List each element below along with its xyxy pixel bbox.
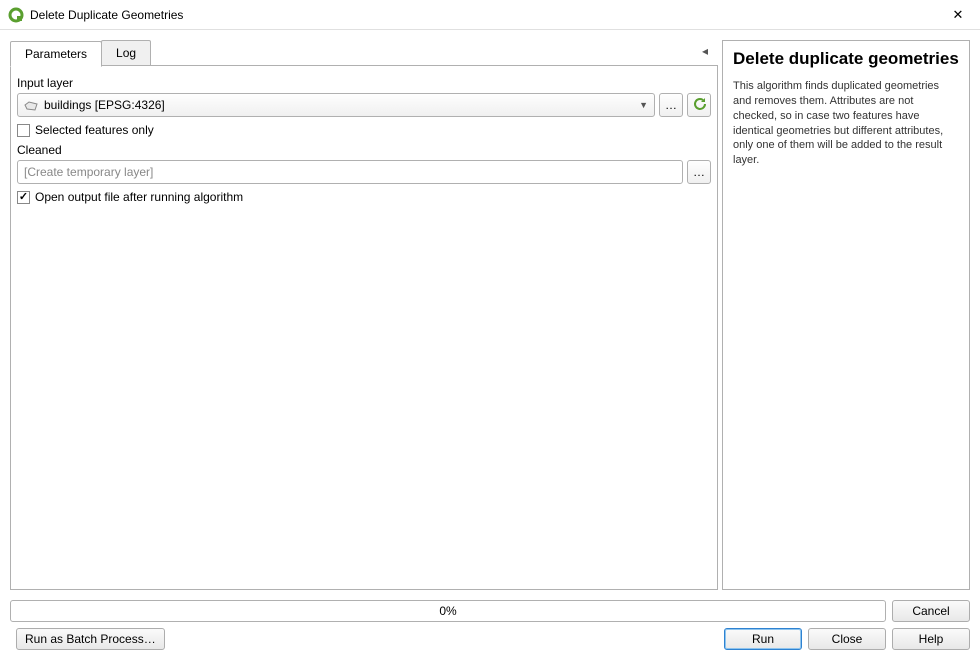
help-body: This algorithm finds duplicated geometri… (733, 79, 959, 168)
input-layer-dropdown[interactable]: buildings [EPSG:4326] ▼ (17, 93, 655, 117)
ellipsis-icon: … (693, 165, 705, 179)
parameters-panel: Input layer buildings [EPSG:4326] ▼ … (10, 65, 718, 590)
progress-bar: 0% (10, 600, 886, 622)
tab-log[interactable]: Log (101, 40, 151, 66)
qgis-icon (8, 7, 24, 23)
polygon-layer-icon (24, 100, 38, 110)
left-pane: ◂ Parameters Log Input layer buildings [… (10, 40, 718, 590)
help-title: Delete duplicate geometries (733, 49, 959, 69)
iterate-icon (692, 97, 706, 114)
ellipsis-icon: … (665, 98, 677, 112)
iterate-button[interactable] (687, 93, 711, 117)
run-button[interactable]: Run (724, 628, 802, 650)
tab-bar: Parameters Log (10, 40, 718, 66)
help-button[interactable]: Help (892, 628, 970, 650)
cancel-button[interactable]: Cancel (892, 600, 970, 622)
input-layer-label: Input layer (17, 76, 711, 90)
progress-text: 0% (439, 604, 456, 618)
batch-button[interactable]: Run as Batch Process… (16, 628, 165, 650)
output-path-input[interactable] (17, 160, 683, 184)
bottom-area: 0% Cancel Run as Batch Process… Run Clos… (0, 600, 980, 660)
titlebar: Delete Duplicate Geometries ✕ (0, 0, 980, 30)
chevron-down-icon: ▼ (639, 100, 648, 110)
open-output-label: Open output file after running algorithm (35, 190, 243, 204)
open-output-checkbox[interactable] (17, 191, 30, 204)
selected-only-label: Selected features only (35, 123, 154, 137)
selected-only-checkbox[interactable] (17, 124, 30, 137)
content-area: ◂ Parameters Log Input layer buildings [… (0, 30, 980, 600)
help-panel: Delete duplicate geometries This algorit… (722, 40, 970, 590)
output-browse-button[interactable]: … (687, 160, 711, 184)
window-title: Delete Duplicate Geometries (30, 8, 944, 22)
close-button[interactable]: Close (808, 628, 886, 650)
tab-parameters[interactable]: Parameters (10, 41, 102, 67)
close-icon[interactable]: ✕ (944, 7, 972, 23)
output-label: Cleaned (17, 143, 711, 157)
input-layer-value: buildings [EPSG:4326] (44, 98, 639, 112)
input-browse-button[interactable]: … (659, 93, 683, 117)
